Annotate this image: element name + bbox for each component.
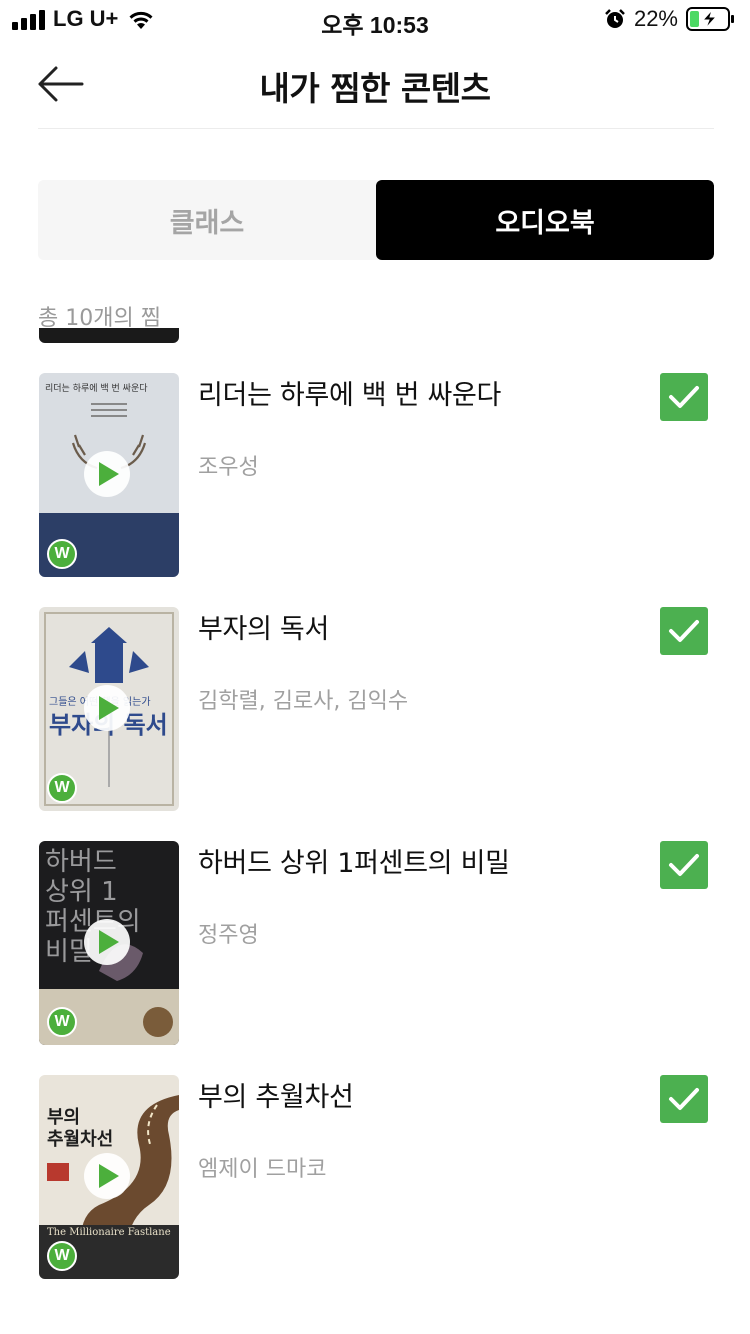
play-button[interactable] xyxy=(84,685,130,731)
status-bar: LG U+ 오후 10:53 22% xyxy=(0,0,750,40)
w-badge-icon: W xyxy=(47,539,77,569)
w-badge-icon: W xyxy=(47,1241,77,1271)
checkbox-checked[interactable] xyxy=(660,607,708,655)
list-item[interactable]: 리더는 하루에 백 번 싸운다 W 리더는 하루에 백 번 싸운다 조우성 xyxy=(0,373,750,579)
w-badge-icon: W xyxy=(47,1007,77,1037)
book-author: 조우성 xyxy=(198,455,259,480)
checkbox-checked[interactable] xyxy=(660,373,708,421)
checkmark-icon xyxy=(669,386,699,408)
play-button[interactable] xyxy=(84,451,130,497)
tab-class[interactable]: 클래스 xyxy=(38,180,376,260)
book-cover[interactable]: 리더는 하루에 백 번 싸운다 W xyxy=(39,373,179,577)
list-item[interactable]: 부의 추월차선 The Millionaire Fastlane W 부의 추월… xyxy=(0,1075,750,1281)
play-button[interactable] xyxy=(84,919,130,965)
list-item[interactable]: 하버드 상위 1퍼센트의 비밀 W 하버드 상위 1퍼센트의 비밀 정주영 xyxy=(0,841,750,1047)
cover-title-text: 리더는 하루에 백 번 싸운다 xyxy=(45,384,148,394)
play-icon xyxy=(99,1164,119,1188)
book-title: 하버드 상위 1퍼센트의 비밀 xyxy=(198,848,510,879)
book-cover[interactable]: 부의 추월차선 The Millionaire Fastlane W xyxy=(39,1075,179,1279)
play-icon xyxy=(99,930,119,954)
checkmark-icon xyxy=(669,1088,699,1110)
alarm-icon xyxy=(605,9,625,28)
w-badge-icon: W xyxy=(47,773,77,803)
checkmark-icon xyxy=(669,854,699,876)
battery-percent: 22% xyxy=(633,6,678,31)
list-item[interactable]: 그들은 어떤 책을 읽는가 부자의 독서 W 부자의 독서 김학렬, 김로사, … xyxy=(0,607,750,813)
page-title: 내가 찜한 콘텐츠 xyxy=(259,69,492,108)
book-title: 부의 추월차선 xyxy=(198,1082,354,1113)
play-icon xyxy=(99,696,119,720)
header-divider xyxy=(38,128,714,129)
book-author: 정주영 xyxy=(198,923,259,948)
book-title: 부자의 독서 xyxy=(198,614,329,645)
play-icon xyxy=(99,462,119,486)
cover-english-title: The Millionaire Fastlane xyxy=(47,1227,171,1238)
checkmark-icon xyxy=(669,620,699,642)
header: 내가 찜한 콘텐츠 xyxy=(0,48,750,128)
checkbox-checked[interactable] xyxy=(660,841,708,889)
checkbox-checked[interactable] xyxy=(660,1075,708,1123)
battery-charging-icon xyxy=(686,7,734,31)
book-title: 리더는 하루에 백 번 싸운다 xyxy=(198,380,502,411)
book-author: 김학렬, 김로사, 김익수 xyxy=(198,689,409,714)
play-button[interactable] xyxy=(84,1153,130,1199)
cover-title-text: 부의 추월차선 xyxy=(47,1107,114,1150)
partial-book-cover xyxy=(39,328,179,343)
book-cover[interactable]: 하버드 상위 1퍼센트의 비밀 W xyxy=(39,841,179,1045)
book-cover[interactable]: 그들은 어떤 책을 읽는가 부자의 독서 W xyxy=(39,607,179,811)
content-tabs: 클래스 오디오북 xyxy=(38,180,714,260)
tab-audiobook[interactable]: 오디오북 xyxy=(376,180,714,260)
book-author: 엠제이 드마코 xyxy=(198,1157,327,1182)
